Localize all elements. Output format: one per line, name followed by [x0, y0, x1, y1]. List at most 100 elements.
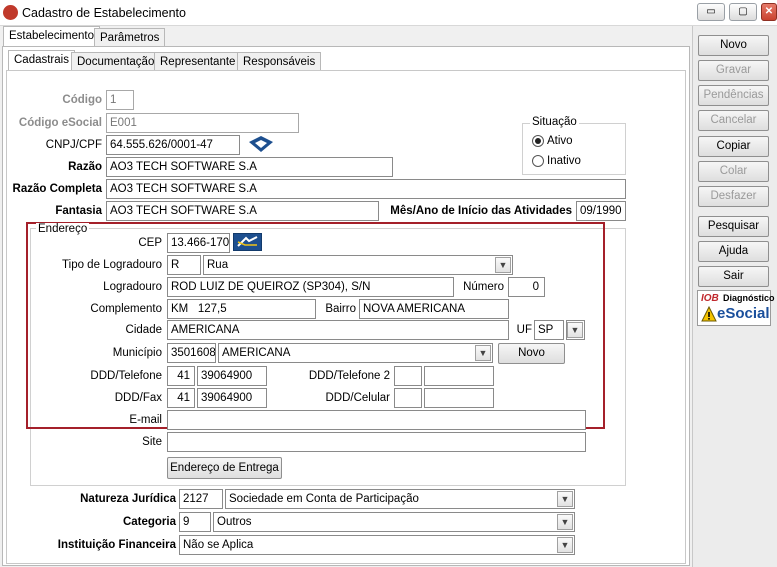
- correios-search-icon[interactable]: [233, 233, 262, 251]
- municipio-label: Município: [112, 347, 162, 359]
- fantasia-label: Fantasia: [55, 205, 102, 217]
- uf-field[interactable]: SP: [534, 320, 564, 340]
- codigo-label: Código: [62, 94, 102, 106]
- telefone2-field[interactable]: [424, 366, 494, 386]
- close-button[interactable]: ✕: [761, 3, 777, 21]
- maximize-button[interactable]: ▢: [729, 3, 757, 21]
- novo-button[interactable]: Novo: [698, 35, 769, 56]
- complemento-field[interactable]: KM 127,5: [167, 299, 316, 319]
- email-label: E-mail: [129, 414, 162, 426]
- razao-label: Razão: [68, 161, 102, 173]
- logradouro-label: Logradouro: [103, 281, 162, 293]
- chevron-down-icon[interactable]: ▼: [557, 537, 573, 553]
- razao-completa-field[interactable]: AO3 TECH SOFTWARE S.A: [106, 179, 626, 199]
- cnpj-field[interactable]: 64.555.626/0001-47: [106, 135, 240, 155]
- receita-federal-icon[interactable]: [248, 135, 274, 153]
- endereco-entrega-button[interactable]: Endereço de Entrega: [167, 457, 282, 479]
- warning-icon: [701, 306, 717, 322]
- minimize-button[interactable]: ▭: [697, 3, 725, 21]
- ddd-telefone-field[interactable]: 41: [167, 366, 195, 386]
- municipio-code[interactable]: 3501608: [167, 343, 216, 363]
- ajuda-button[interactable]: Ajuda: [698, 241, 769, 262]
- categoria-label: Categoria: [122, 516, 176, 528]
- ddd-celular-field[interactable]: [394, 388, 422, 408]
- desfazer-button[interactable]: Desfazer: [698, 186, 769, 207]
- natureza-juridica-select[interactable]: Sociedade em Conta de Participação ▼: [225, 489, 575, 509]
- pendencias-button[interactable]: Pendências: [698, 85, 769, 106]
- instituicao-financeira-label: Instituição Financeira: [57, 539, 176, 551]
- tab-parametros[interactable]: Parâmetros: [94, 28, 166, 48]
- chevron-down-icon[interactable]: ▼: [557, 514, 573, 530]
- razao-field[interactable]: AO3 TECH SOFTWARE S.A: [106, 157, 393, 177]
- celular-field[interactable]: [424, 388, 494, 408]
- municipio-value: AMERICANA: [222, 347, 291, 359]
- site-field[interactable]: [167, 432, 586, 452]
- inicio-atividades-label: Mês/Ano de Início das Atividades: [390, 205, 572, 217]
- colar-button[interactable]: Colar: [698, 161, 769, 182]
- codigo-esocial-label: Código eSocial: [18, 117, 102, 129]
- ddd-telefone2-field[interactable]: [394, 366, 422, 386]
- ddd-fax-field[interactable]: 41: [167, 388, 195, 408]
- cnpj-label: CNPJ/CPF: [45, 139, 102, 151]
- tipo-logradouro-value: Rua: [207, 259, 229, 271]
- chevron-down-icon[interactable]: ▼: [475, 345, 491, 361]
- cidade-field[interactable]: AMERICANA: [167, 320, 509, 340]
- uf-dropdown[interactable]: ▼: [566, 320, 585, 340]
- instituicao-financeira-select[interactable]: Não se Aplica ▼: [179, 535, 575, 555]
- pesquisar-button[interactable]: Pesquisar: [698, 216, 769, 237]
- tab-responsaveis[interactable]: Responsáveis: [237, 52, 322, 72]
- iob-diagnostico-esocial-button[interactable]: IOB Diagnóstico eSocial: [697, 290, 775, 326]
- chevron-down-icon[interactable]: ▼: [557, 491, 573, 507]
- cep-field[interactable]: 13.466-170: [167, 233, 230, 253]
- cancelar-button[interactable]: Cancelar: [698, 110, 769, 131]
- novo-municipio-button[interactable]: Novo: [498, 343, 565, 364]
- ativo-label[interactable]: Ativo: [547, 135, 573, 147]
- natureza-juridica-code[interactable]: 2127: [179, 489, 223, 509]
- bairro-label: Bairro: [325, 303, 356, 315]
- tab-documentacao[interactable]: Documentação: [71, 52, 161, 72]
- natureza-juridica-value: Sociedade em Conta de Participação: [229, 493, 419, 505]
- categoria-select[interactable]: Outros ▼: [213, 512, 575, 532]
- window-title: Cadastro de Estabelecimento: [22, 6, 186, 20]
- site-label: Site: [142, 436, 162, 448]
- tab-representante[interactable]: Representante: [154, 52, 242, 72]
- categoria-code[interactable]: 9: [179, 512, 211, 532]
- tipo-logradouro-code[interactable]: R: [167, 255, 201, 275]
- app-icon: [3, 5, 18, 20]
- inativo-radio[interactable]: [532, 155, 544, 167]
- gravar-button[interactable]: Gravar: [698, 60, 769, 81]
- ddd-celular-label: DDD/Celular: [325, 392, 390, 404]
- tab-cadastrais[interactable]: Cadastrais: [8, 50, 75, 72]
- cidade-label: Cidade: [125, 324, 162, 336]
- tab-estabelecimento[interactable]: Estabelecimento: [3, 26, 101, 48]
- bairro-field[interactable]: NOVA AMERICANA: [359, 299, 509, 319]
- codigo-esocial-field[interactable]: E001: [106, 113, 299, 133]
- fantasia-field[interactable]: AO3 TECH SOFTWARE S.A: [106, 201, 379, 221]
- tipo-logradouro-label: Tipo de Logradouro: [62, 259, 162, 271]
- instituicao-financeira-value: Não se Aplica: [183, 539, 254, 551]
- inativo-label[interactable]: Inativo: [547, 155, 581, 167]
- iob-logo: IOB: [701, 293, 719, 304]
- esocial-label: eSocial: [717, 305, 770, 322]
- numero-field[interactable]: 0: [508, 277, 545, 297]
- logradouro-field[interactable]: ROD LUIZ DE QUEIROZ (SP304), S/N: [167, 277, 454, 297]
- cep-label: CEP: [138, 237, 162, 249]
- ativo-radio[interactable]: [532, 135, 544, 147]
- razao-completa-label: Razão Completa: [12, 183, 102, 195]
- chevron-down-icon[interactable]: ▼: [495, 257, 511, 273]
- tipo-logradouro-select[interactable]: Rua ▼: [203, 255, 513, 275]
- fax-field[interactable]: 39064900: [197, 388, 267, 408]
- numero-label: Número: [463, 281, 504, 293]
- email-field[interactable]: [167, 410, 586, 430]
- codigo-field[interactable]: 1: [106, 90, 134, 110]
- copiar-button[interactable]: Copiar: [698, 136, 769, 157]
- situacao-group: [522, 123, 626, 175]
- municipio-select[interactable]: AMERICANA ▼: [218, 343, 493, 363]
- sair-button[interactable]: Sair: [698, 266, 769, 287]
- situacao-title: Situação: [530, 116, 579, 128]
- inicio-atividades-field[interactable]: 09/1990: [576, 201, 626, 221]
- categoria-value: Outros: [217, 516, 252, 528]
- natureza-juridica-label: Natureza Jurídica: [80, 493, 176, 505]
- chevron-down-icon[interactable]: ▼: [567, 322, 583, 338]
- telefone-field[interactable]: 39064900: [197, 366, 267, 386]
